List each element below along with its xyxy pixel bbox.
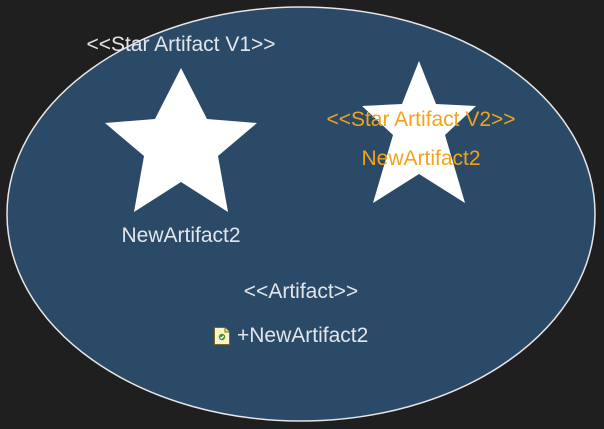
star-right-name-label: NewArtifact2 (361, 147, 481, 170)
diagram-canvas: <<Star Artifact V1>> NewArtifact2 <<Star… (0, 0, 604, 429)
star-right-stereotype-label: <<Star Artifact V2>> (326, 108, 516, 131)
star-left-name-label: NewArtifact2 (121, 224, 241, 247)
artifact-stereotype-label: <<Artifact>> (243, 280, 359, 303)
star-artifact-v1-ellipse[interactable] (6, 6, 596, 422)
diagram-shapes (6, 6, 596, 422)
container-stereotype-label: <<Star Artifact V1>> (86, 33, 276, 56)
artifact-file-icon (214, 327, 230, 345)
artifact-attribute-label: +NewArtifact2 (237, 324, 369, 347)
artifact-attribute-row[interactable]: +NewArtifact2 (213, 324, 368, 348)
